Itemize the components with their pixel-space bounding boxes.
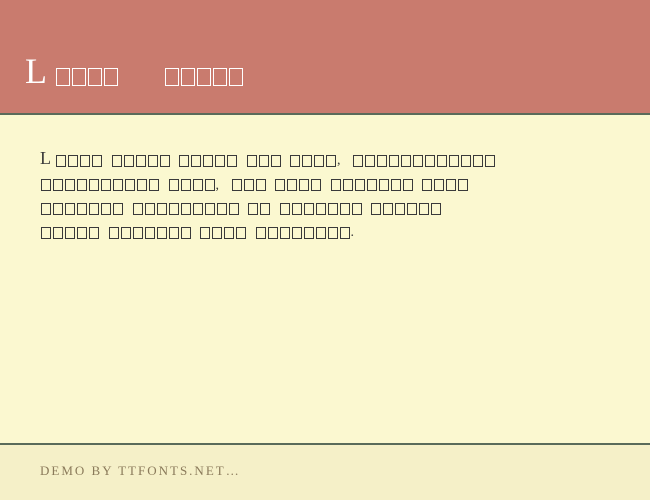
header-title: L bbox=[25, 50, 625, 92]
body-initial: L bbox=[40, 148, 55, 168]
title-boxes bbox=[55, 59, 244, 90]
decorative-initial: L bbox=[25, 50, 55, 92]
body-text: L , , . bbox=[40, 143, 610, 245]
content-area: L , , . bbox=[0, 115, 650, 445]
header-banner: L bbox=[0, 0, 650, 115]
body-boxes: , , . bbox=[40, 153, 496, 240]
footer-text: DEMO BY TTFONTS.NET… bbox=[40, 463, 610, 479]
footer-area: DEMO BY TTFONTS.NET… bbox=[0, 445, 650, 500]
